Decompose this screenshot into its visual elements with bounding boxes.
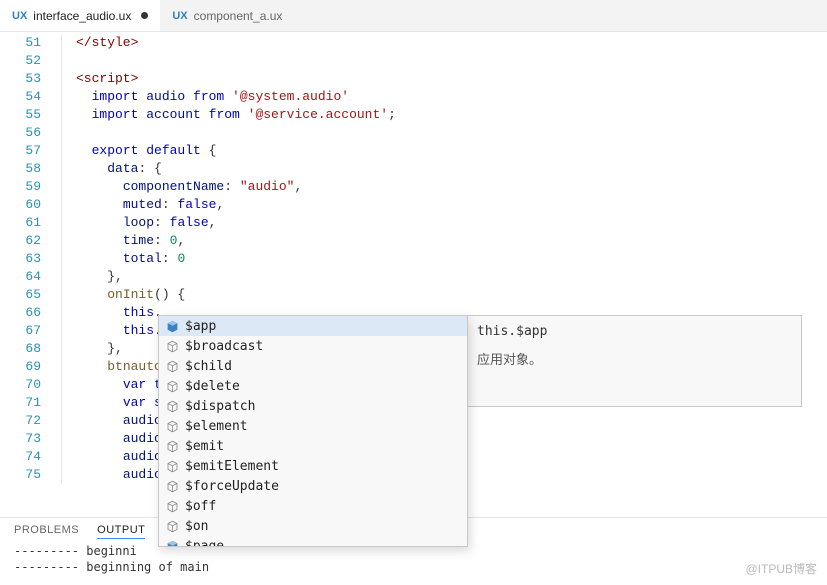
suggest-item-label: $delete [185,379,240,394]
suggest-item[interactable]: $broadcast [159,336,467,356]
line-number: 65 [0,286,41,304]
line-number: 72 [0,412,41,430]
line-number: 75 [0,466,41,484]
suggest-item[interactable]: $emitElement [159,456,467,476]
doc-description: 应用对象。 [477,349,791,368]
module-icon [165,539,179,547]
code-line[interactable] [55,124,827,142]
method-icon [165,339,179,353]
line-number: 51 [0,34,41,52]
line-number: 52 [0,52,41,70]
method-icon [165,519,179,533]
line-number: 70 [0,376,41,394]
line-number: 71 [0,394,41,412]
line-number: 54 [0,88,41,106]
module-icon [165,319,179,333]
code-line[interactable]: total: 0 [55,250,827,268]
suggest-item[interactable]: $child [159,356,467,376]
doc-signature: this.$app [477,324,791,339]
line-number: 69 [0,358,41,376]
method-icon [165,419,179,433]
suggest-item[interactable]: $dispatch [159,396,467,416]
line-number: 53 [0,70,41,88]
line-number: 64 [0,268,41,286]
suggest-item-label: $page [185,539,224,548]
line-number: 67 [0,322,41,340]
suggest-item-label: $element [185,419,248,434]
code-line[interactable]: muted: false, [55,196,827,214]
code-line[interactable]: export default { [55,142,827,160]
code-line[interactable]: import account from '@service.account'; [55,106,827,124]
suggest-item-label: $child [185,359,232,374]
code-line[interactable]: <script> [55,70,827,88]
suggest-item-label: $on [185,519,208,534]
suggest-item-label: $emitElement [185,459,279,474]
file-type-badge: UX [172,10,187,22]
suggest-item[interactable]: $app [159,316,467,336]
tab-interface-audio[interactable]: UX interface_audio.ux [0,0,160,31]
code-line[interactable] [55,52,827,70]
suggest-item[interactable]: $forceUpdate [159,476,467,496]
method-icon [165,379,179,393]
tab-component-a[interactable]: UX component_a.ux [160,0,294,31]
line-number: 56 [0,124,41,142]
line-number-gutter: 5152535455565758596061626364656667686970… [0,32,55,550]
code-line[interactable]: onInit() { [55,286,827,304]
output-line: --------- beginning of main [14,559,813,575]
code-line[interactable]: data: { [55,160,827,178]
tab-problems[interactable]: PROBLEMS [14,524,79,539]
method-icon [165,479,179,493]
code-line[interactable]: time: 0, [55,232,827,250]
code-line[interactable]: }, [55,268,827,286]
method-icon [165,399,179,413]
suggest-item-label: $emit [185,439,224,454]
tab-output[interactable]: OUTPUT [97,524,145,539]
method-icon [165,459,179,473]
tab-label: interface_audio.ux [33,9,131,23]
file-type-badge: UX [12,10,27,22]
suggest-item[interactable]: $off [159,496,467,516]
method-icon [165,359,179,373]
intellisense-suggest[interactable]: $app $broadcast $child $delete $dispatch $ele… [158,315,468,547]
line-number: 66 [0,304,41,322]
line-number: 73 [0,430,41,448]
suggest-item[interactable]: $element [159,416,467,436]
line-number: 58 [0,160,41,178]
line-number: 61 [0,214,41,232]
suggest-item[interactable]: $emit [159,436,467,456]
suggest-item-label: $forceUpdate [185,479,279,494]
editor-tabbar: UX interface_audio.ux UX component_a.ux [0,0,827,32]
line-number: 74 [0,448,41,466]
code-line[interactable]: componentName: "audio", [55,178,827,196]
method-icon [165,439,179,453]
suggest-item-label: $off [185,499,216,514]
line-number: 63 [0,250,41,268]
line-number: 68 [0,340,41,358]
code-line[interactable]: loop: false, [55,214,827,232]
suggest-item[interactable]: $on [159,516,467,536]
suggest-item[interactable]: $page [159,536,467,547]
line-number: 60 [0,196,41,214]
line-number: 62 [0,232,41,250]
code-line[interactable]: </style> [55,34,827,52]
line-number: 57 [0,142,41,160]
watermark-text: @ITPUB博客 [745,560,817,577]
method-icon [165,499,179,513]
suggest-item-label: $broadcast [185,339,263,354]
code-line[interactable]: import audio from '@system.audio' [55,88,827,106]
line-number: 59 [0,178,41,196]
tab-label: component_a.ux [194,9,283,23]
intellisense-docs: this.$app 应用对象。 [467,315,802,407]
code-editor[interactable]: 5152535455565758596061626364656667686970… [0,32,827,550]
suggest-item[interactable]: $delete [159,376,467,396]
output-body[interactable]: --------- beginni --------- beginning of… [0,543,827,575]
suggest-item-label: $dispatch [185,399,255,414]
dirty-indicator-icon [141,12,148,19]
suggest-item-label: $app [185,319,216,334]
line-number: 55 [0,106,41,124]
